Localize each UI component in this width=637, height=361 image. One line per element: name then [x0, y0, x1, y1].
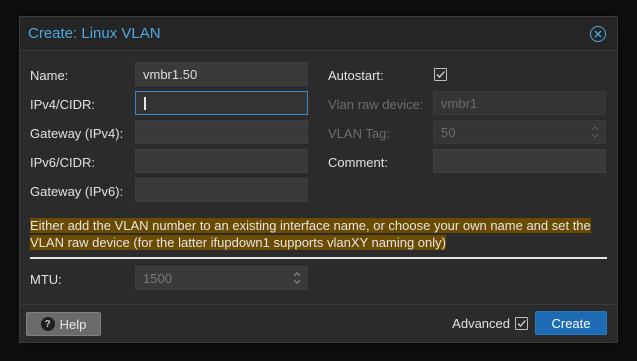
- dialog-footer: ? Help Advanced Create: [20, 304, 617, 342]
- help-label: Help: [59, 316, 87, 332]
- gateway-ipv6-label: Gateway (IPv6):: [30, 184, 124, 199]
- dialog-title: Create: Linux VLAN: [28, 25, 161, 42]
- create-linux-vlan-dialog: Create: Linux VLAN Name: vmbr1.50 IPv4/C…: [19, 16, 618, 343]
- advanced-checkbox[interactable]: [515, 317, 528, 330]
- name-field[interactable]: vmbr1.50: [135, 62, 308, 86]
- spinner-icon: [591, 126, 599, 138]
- gateway-ipv4-label: Gateway (IPv4):: [30, 126, 124, 141]
- help-button[interactable]: ? Help: [26, 312, 101, 336]
- mtu-label: MTU:: [30, 272, 62, 287]
- ipv6-label: IPv6/CIDR:: [30, 155, 96, 170]
- close-icon[interactable]: [590, 26, 606, 42]
- text-caret: [144, 97, 146, 110]
- vlan-raw-device-label: Vlan raw device:: [328, 97, 424, 112]
- dialog-titlebar[interactable]: Create: Linux VLAN: [20, 17, 617, 51]
- ipv6-field[interactable]: [135, 149, 308, 173]
- autostart-checkbox[interactable]: [434, 68, 447, 81]
- name-label: Name:: [30, 68, 69, 83]
- vlan-info-message: Either add the VLAN number to an existin…: [30, 217, 607, 251]
- comment-label: Comment:: [328, 155, 388, 170]
- help-icon: ?: [40, 317, 55, 331]
- divider: [30, 257, 607, 259]
- vlan-tag-field: 50: [433, 120, 606, 144]
- vlan-tag-label: VLAN Tag:: [328, 126, 390, 141]
- autostart-label: Autostart:: [328, 68, 384, 83]
- mtu-placeholder: 1500: [143, 271, 172, 286]
- ipv4-field[interactable]: [135, 91, 308, 115]
- mtu-spinner-icon[interactable]: [293, 271, 301, 285]
- vlan-raw-device-field: vmbr1: [433, 91, 606, 115]
- vlan-tag-value: 50: [441, 125, 456, 140]
- info-line-2: VLAN raw device (for the latter ifupdown…: [30, 235, 446, 250]
- info-line-1: Either add the VLAN number to an existin…: [30, 218, 591, 233]
- gateway-ipv6-field[interactable]: [135, 178, 308, 202]
- create-button[interactable]: Create: [535, 311, 607, 335]
- ipv4-label: IPv4/CIDR:: [30, 97, 96, 112]
- comment-field[interactable]: [433, 149, 606, 173]
- mtu-field[interactable]: 1500: [135, 266, 308, 290]
- advanced-label: Advanced: [452, 316, 510, 331]
- gateway-ipv4-field[interactable]: [135, 120, 308, 144]
